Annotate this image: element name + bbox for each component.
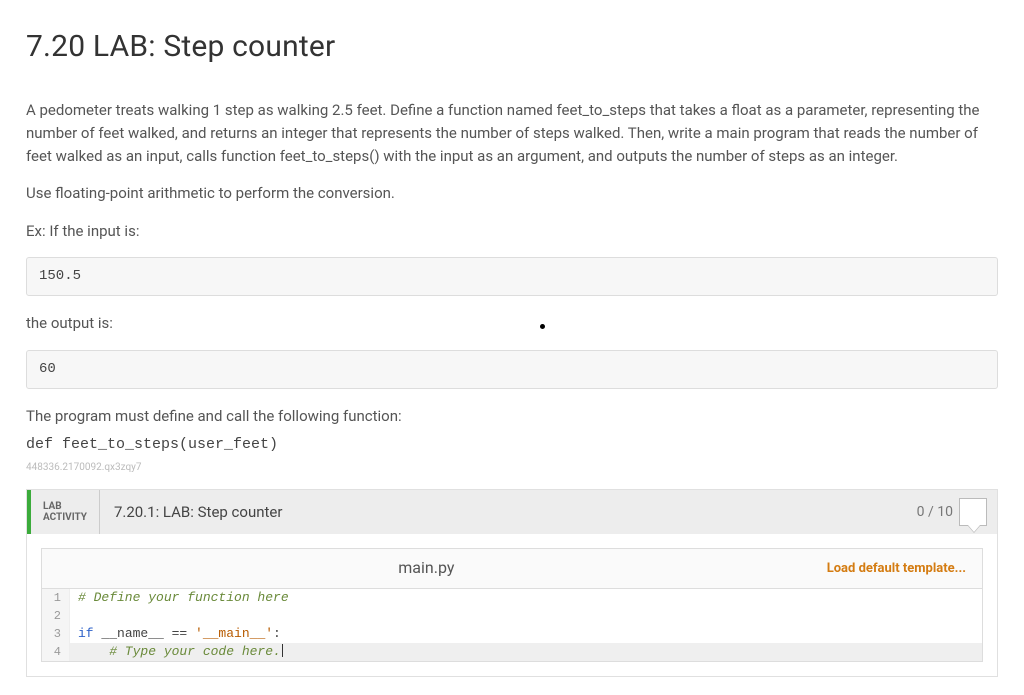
lab-header: LAB ACTIVITY 7.20.1: LAB: Step counter 0… [27,490,997,534]
lab-label-top: LAB [43,501,87,513]
lab-badge: LAB ACTIVITY [31,490,100,534]
code-line[interactable]: 4 # Type your code here. [42,643,982,661]
must-define-paragraph: The program must define and call the fol… [26,405,998,428]
load-template-button[interactable]: Load default template... [811,559,982,579]
code-editor[interactable]: 1# Define your function here23if __name_… [41,588,983,662]
fine-print: 448336.2170092.qx3zqy7 [26,460,998,476]
lab-card: LAB ACTIVITY 7.20.1: LAB: Step counter 0… [26,489,998,677]
page-title: 7.20 LAB: Step counter [26,24,998,71]
intro-paragraph: A pedometer treats walking 1 step as wal… [26,99,998,169]
code-line[interactable]: 3if __name__ == '__main__': [42,625,982,643]
editor-area: main.py Load default template... 1# Defi… [27,534,997,676]
gutter: 4 [42,643,70,661]
text-cursor [282,644,283,657]
ribbon-icon [959,498,987,526]
code-content[interactable]: # Define your function here [70,589,297,607]
function-signature: def feet_to_steps(user_feet) [26,433,998,456]
editor-tabs: main.py Load default template... [41,548,983,588]
code-content[interactable] [70,607,86,625]
code-line[interactable]: 2 [42,607,982,625]
gutter: 3 [42,625,70,643]
code-content[interactable]: if __name__ == '__main__': [70,625,289,643]
gutter: 2 [42,607,70,625]
lab-score: 0 / 10 [917,490,997,534]
example-input-box: 150.5 [26,257,998,297]
gutter: 1 [42,589,70,607]
fp-paragraph: Use floating-point arithmetic to perform… [26,182,998,205]
example-prefix: Ex: If the input is: [26,220,998,243]
editor-filename: main.py [398,556,454,581]
code-line[interactable]: 1# Define your function here [42,589,982,607]
lab-score-value: 0 / 10 [917,502,953,524]
example-output-box: 60 [26,350,998,390]
lab-title: 7.20.1: LAB: Step counter [100,490,917,534]
lab-label-bottom: ACTIVITY [43,512,87,524]
code-content[interactable]: # Type your code here. [70,643,291,661]
stray-dot [540,324,545,329]
output-prefix: the output is: [26,312,998,335]
